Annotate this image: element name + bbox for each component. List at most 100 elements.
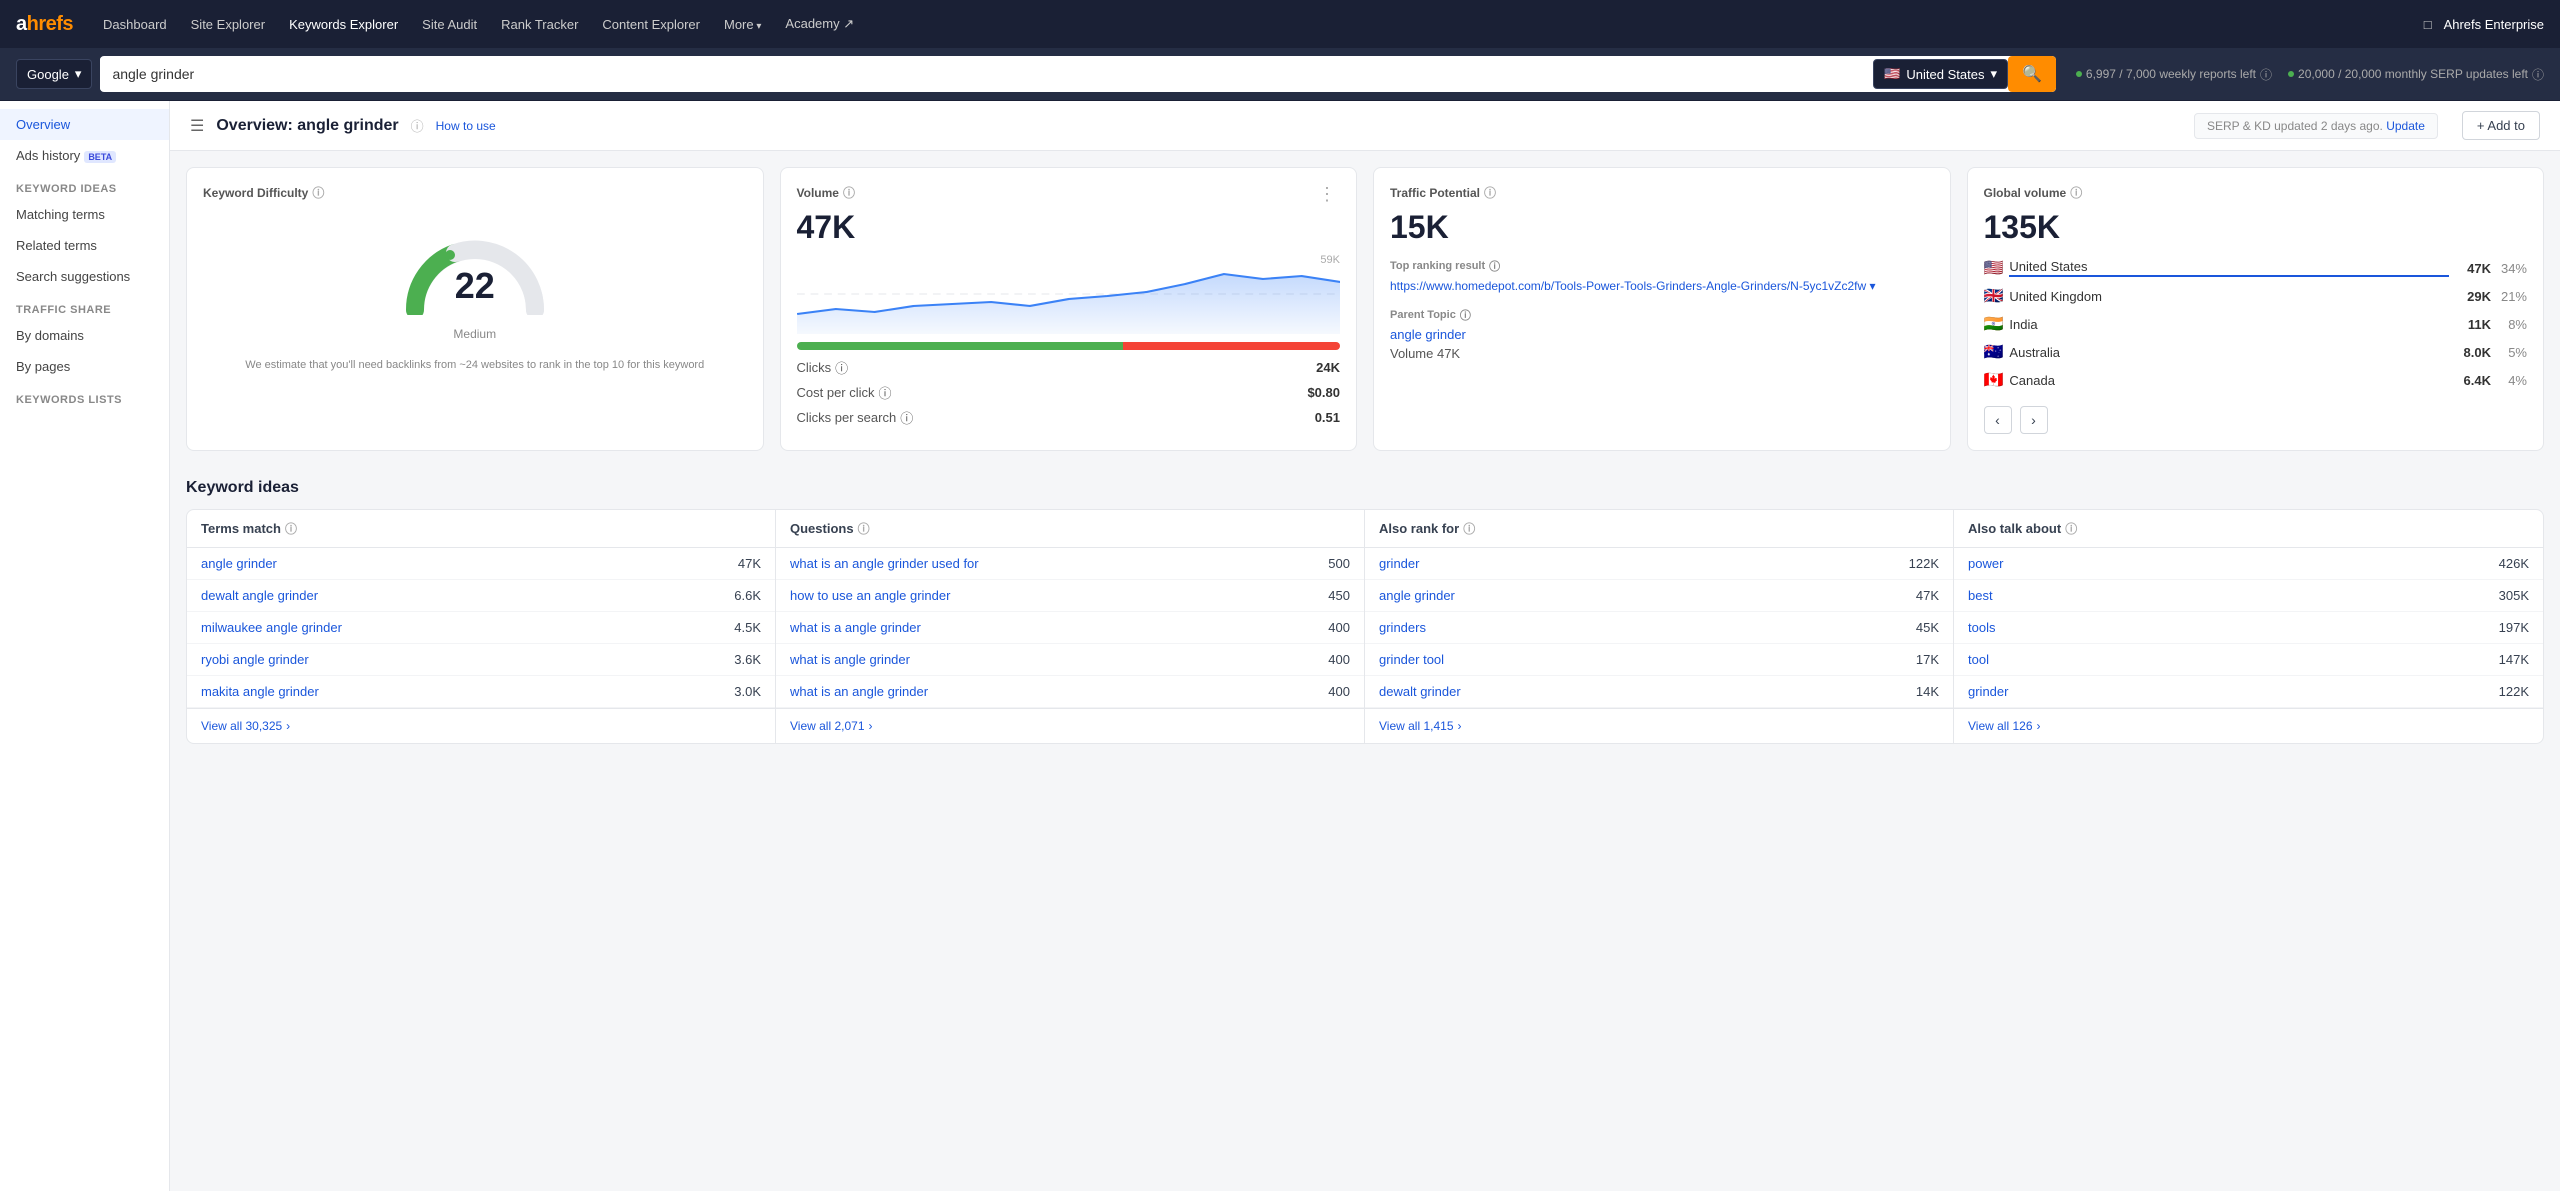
logo[interactable]: ahrefs: [16, 13, 73, 36]
ideas-link-2-0[interactable]: grinder: [1379, 556, 1419, 571]
kd-gauge-wrap: 22 Medium: [203, 209, 747, 341]
nav-more[interactable]: More: [714, 11, 771, 38]
nav-content-explorer[interactable]: Content Explorer: [592, 11, 710, 38]
kd-value: 22: [455, 265, 495, 307]
ideas-row: milwaukee angle grinder 4.5K: [187, 612, 775, 644]
country-flag: 🇺🇸: [1984, 258, 2004, 278]
ideas-link-3-3[interactable]: tool: [1968, 652, 1989, 667]
col-info-icon[interactable]: ⓘ: [285, 520, 297, 537]
country-pct: 8%: [2497, 317, 2527, 332]
ideas-link-1-3[interactable]: what is angle grinder: [790, 652, 910, 667]
sidebar-item-by-domains[interactable]: By domains: [0, 320, 169, 351]
volume-info-icon[interactable]: ⓘ: [843, 184, 855, 201]
nav-site-explorer[interactable]: Site Explorer: [181, 11, 275, 38]
ideas-link-2-1[interactable]: angle grinder: [1379, 588, 1455, 603]
ideas-vol-0-0: 47K: [738, 556, 761, 571]
ideas-link-2-3[interactable]: grinder tool: [1379, 652, 1444, 667]
tp-top-result-url[interactable]: https://www.homedepot.com/b/Tools-Power-…: [1390, 278, 1934, 295]
clicks-info-icon[interactable]: ⓘ: [835, 358, 848, 377]
tp-parent-link[interactable]: angle grinder: [1390, 327, 1934, 342]
ideas-link-3-0[interactable]: power: [1968, 556, 2003, 571]
kd-info-icon[interactable]: ⓘ: [312, 184, 324, 201]
country-name: Australia: [2009, 345, 2449, 360]
quota1-info[interactable]: ⓘ: [2260, 66, 2272, 83]
view-all-arrow: ›: [1458, 719, 1462, 733]
tp-top-result-info[interactable]: ⓘ: [1489, 258, 1500, 274]
engine-select[interactable]: Google ▾: [16, 59, 92, 89]
ideas-vol-0-1: 6.6K: [734, 588, 761, 603]
ideas-view-all-3[interactable]: View all 126 ›: [1954, 708, 2543, 743]
main-content: ☰ Overview: angle grinder ⓘ How to use S…: [170, 101, 2560, 1191]
ideas-vol-2-0: 122K: [1909, 556, 1939, 571]
ideas-col-header-0: Terms match ⓘ: [187, 510, 775, 548]
col-info-icon[interactable]: ⓘ: [858, 520, 870, 537]
global-info-icon[interactable]: ⓘ: [2070, 184, 2082, 201]
sidebar-item-search-suggestions[interactable]: Search suggestions: [0, 261, 169, 292]
country-list: 🇺🇸 United States 47K 34% 🇬🇧 United Kingd…: [1984, 254, 2528, 394]
ideas-link-0-0[interactable]: angle grinder: [201, 556, 277, 571]
account-label[interactable]: Ahrefs Enterprise: [2444, 17, 2544, 32]
sidebar-item-overview[interactable]: Overview: [0, 109, 169, 140]
global-nav-next[interactable]: ›: [2020, 406, 2048, 434]
global-nav-prev[interactable]: ‹: [1984, 406, 2012, 434]
main-layout: Overview Ads historyBETA Keyword ideas M…: [0, 101, 2560, 1191]
menu-icon[interactable]: ☰: [190, 116, 204, 136]
ideas-row: angle grinder 47K: [187, 548, 775, 580]
cps-info-icon[interactable]: ⓘ: [900, 408, 913, 427]
ideas-link-1-0[interactable]: what is an angle grinder used for: [790, 556, 979, 571]
search-button[interactable]: 🔍: [2008, 56, 2056, 92]
ideas-row: makita angle grinder 3.0K: [187, 676, 775, 708]
ideas-link-3-2[interactable]: tools: [1968, 620, 1995, 635]
ideas-view-all-0[interactable]: View all 30,325 ›: [187, 708, 775, 743]
search-input[interactable]: [100, 58, 1873, 90]
sidebar-item-ads-history[interactable]: Ads historyBETA: [0, 140, 169, 171]
flag-icon: 🇺🇸: [1884, 66, 1900, 82]
sidebar-item-by-pages[interactable]: By pages: [0, 351, 169, 382]
ideas-row: what is angle grinder 400: [776, 644, 1364, 676]
country-pct: 4%: [2497, 373, 2527, 388]
ideas-view-all-2[interactable]: View all 1,415 ›: [1365, 708, 1953, 743]
ideas-view-all-1[interactable]: View all 2,071 ›: [776, 708, 1364, 743]
volume-title: Volume ⓘ: [797, 184, 855, 201]
ideas-link-2-2[interactable]: grinders: [1379, 620, 1426, 635]
country-name[interactable]: United States: [2009, 259, 2449, 277]
update-link[interactable]: Update: [2386, 119, 2425, 133]
nav-site-audit[interactable]: Site Audit: [412, 11, 487, 38]
page-header: ☰ Overview: angle grinder ⓘ How to use S…: [170, 101, 2560, 151]
monitor-icon: □: [2424, 17, 2432, 32]
ideas-vol-1-4: 400: [1328, 684, 1350, 699]
how-to-link[interactable]: How to use: [436, 119, 496, 133]
ideas-link-0-4[interactable]: makita angle grinder: [201, 684, 319, 699]
ideas-link-1-2[interactable]: what is a angle grinder: [790, 620, 921, 635]
ideas-link-1-4[interactable]: what is an angle grinder: [790, 684, 928, 699]
tp-info-icon[interactable]: ⓘ: [1484, 184, 1496, 201]
nav-keywords-explorer[interactable]: Keywords Explorer: [279, 11, 408, 38]
ideas-link-3-1[interactable]: best: [1968, 588, 1993, 603]
ideas-link-0-2[interactable]: milwaukee angle grinder: [201, 620, 342, 635]
ideas-link-2-4[interactable]: dewalt grinder: [1379, 684, 1461, 699]
cpc-info-icon[interactable]: ⓘ: [879, 383, 892, 402]
sidebar-item-matching-terms[interactable]: Matching terms: [0, 199, 169, 230]
ideas-col: Questions ⓘ what is an angle grinder use…: [776, 510, 1365, 743]
ideas-link-0-1[interactable]: dewalt angle grinder: [201, 588, 318, 603]
quota2: 20,000 / 20,000 monthly SERP updates lef…: [2288, 66, 2544, 83]
ideas-link-1-1[interactable]: how to use an angle grinder: [790, 588, 950, 603]
add-to-button[interactable]: + Add to: [2462, 111, 2540, 140]
ideas-vol-3-0: 426K: [2499, 556, 2529, 571]
nav-dashboard[interactable]: Dashboard: [93, 11, 177, 38]
nav-rank-tracker[interactable]: Rank Tracker: [491, 11, 588, 38]
tp-parent-info[interactable]: ⓘ: [1460, 307, 1471, 323]
ideas-vol-3-4: 122K: [2499, 684, 2529, 699]
quota2-info[interactable]: ⓘ: [2532, 66, 2544, 83]
col-info-icon[interactable]: ⓘ: [1463, 520, 1475, 537]
volume-menu-button[interactable]: ⋮: [1314, 184, 1340, 205]
nav-academy[interactable]: Academy ↗: [775, 10, 864, 38]
kd-note: We estimate that you'll need backlinks f…: [203, 357, 747, 374]
country-row: 🇺🇸 United States 47K 34%: [1984, 254, 2528, 282]
col-info-icon[interactable]: ⓘ: [2065, 520, 2077, 537]
country-select[interactable]: 🇺🇸 United States ▾: [1873, 59, 2008, 89]
header-info-icon[interactable]: ⓘ: [411, 116, 424, 135]
ideas-link-0-3[interactable]: ryobi angle grinder: [201, 652, 309, 667]
sidebar-item-related-terms[interactable]: Related terms: [0, 230, 169, 261]
ideas-link-3-4[interactable]: grinder: [1968, 684, 2008, 699]
